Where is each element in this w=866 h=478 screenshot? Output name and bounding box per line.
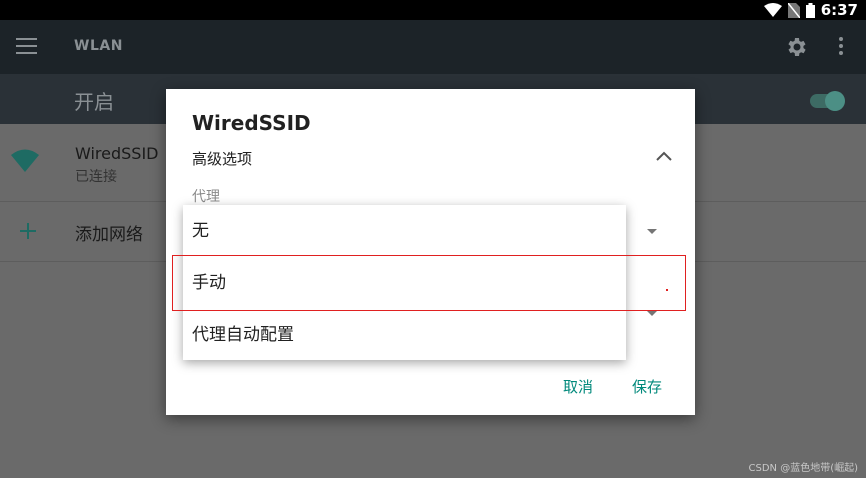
save-button[interactable]: 保存 <box>632 376 662 397</box>
ip-settings-dropdown-arrow-icon[interactable] <box>647 311 657 316</box>
add-network-label: 添加网络 <box>75 225 143 245</box>
chevron-up-icon[interactable] <box>656 151 672 161</box>
proxy-dropdown-arrow-icon[interactable] <box>647 229 657 234</box>
advanced-options-label[interactable]: 高级选项 <box>192 148 252 169</box>
plus-icon <box>20 223 36 239</box>
wifi-signal-icon <box>763 3 782 17</box>
proxy-option-auto-config[interactable]: 代理自动配置 <box>183 309 626 361</box>
highlight-box <box>172 255 686 311</box>
wlan-toggle-thumb[interactable] <box>825 91 845 111</box>
watermark: CSDN @蓝色地带(崛起) <box>748 463 859 474</box>
gear-icon[interactable] <box>784 35 808 59</box>
network-name: WiredSSID <box>75 144 159 163</box>
network-status: 已连接 <box>75 169 117 185</box>
dialog-title: WiredSSID <box>192 111 311 135</box>
status-bar: 6:37 <box>0 0 866 20</box>
cancel-button[interactable]: 取消 <box>563 376 593 397</box>
status-time: 6:37 <box>820 1 858 19</box>
proxy-label: 代理 <box>192 189 220 205</box>
battery-icon <box>805 2 815 18</box>
status-icons: 6:37 <box>763 0 858 20</box>
annotation-dot <box>666 289 668 291</box>
app-toolbar: WLAN <box>0 20 866 74</box>
hamburger-menu-icon[interactable] <box>16 38 37 54</box>
no-sim-icon <box>787 2 800 18</box>
wifi-icon <box>11 149 39 172</box>
proxy-option-none[interactable]: 无 <box>183 205 626 257</box>
page-title: WLAN <box>74 38 123 54</box>
switch-label: 开启 <box>74 90 114 114</box>
more-options-icon[interactable] <box>835 37 847 57</box>
